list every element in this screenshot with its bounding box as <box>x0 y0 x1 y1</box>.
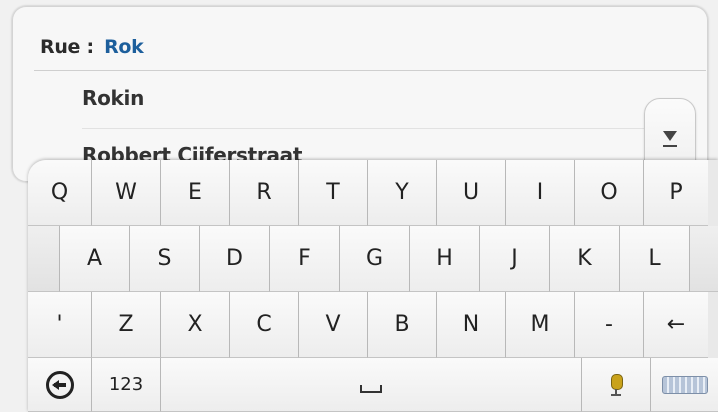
result-divider <box>82 128 646 129</box>
key-label: J <box>511 246 518 271</box>
key-label: N <box>462 312 480 337</box>
key-label: X <box>187 312 203 337</box>
search-value[interactable]: Rok <box>104 36 144 58</box>
keyboard-row-3: ' Z X C V B N M - ← <box>28 292 708 358</box>
key-w[interactable]: W <box>92 160 161 226</box>
key-label: R <box>256 180 272 205</box>
key-hyphen[interactable]: - <box>575 292 644 358</box>
key-label: C <box>256 312 272 337</box>
key-o[interactable]: O <box>575 160 644 226</box>
key-label: A <box>86 246 103 271</box>
backspace-icon: ← <box>666 312 686 337</box>
on-screen-keyboard: Q W E R T Y U I O P A S D F G H J K L ' … <box>28 160 718 412</box>
key-h[interactable]: H <box>410 226 480 292</box>
key-label: Q <box>50 180 69 205</box>
back-button[interactable] <box>28 358 92 412</box>
key-label: D <box>226 246 243 271</box>
key-label: O <box>600 180 618 205</box>
key-label: L <box>648 246 661 271</box>
key-y[interactable]: Y <box>368 160 437 226</box>
key-apostrophe[interactable]: ' <box>28 292 92 358</box>
key-label: H <box>436 246 453 271</box>
key-e[interactable]: E <box>161 160 230 226</box>
key-c[interactable]: C <box>230 292 299 358</box>
key-v[interactable]: V <box>299 292 368 358</box>
key-j[interactable]: J <box>480 226 550 292</box>
chevron-down-underline <box>663 145 677 147</box>
key-label: S <box>157 246 172 271</box>
key-b[interactable]: B <box>368 292 437 358</box>
key-n[interactable]: N <box>437 292 506 358</box>
keyboard-icon <box>661 375 708 394</box>
key-label: Y <box>395 180 409 205</box>
key-f[interactable]: F <box>270 226 340 292</box>
key-l[interactable]: L <box>620 226 690 292</box>
key-r[interactable]: R <box>230 160 299 226</box>
key-g[interactable]: G <box>340 226 410 292</box>
key-label: M <box>530 312 550 337</box>
keyboard-row-1: Q W E R T Y U I O P <box>28 160 708 226</box>
key-label: E <box>188 180 202 205</box>
key-backspace[interactable]: ← <box>644 292 708 358</box>
microphone-icon <box>610 373 623 396</box>
space-icon <box>360 384 382 393</box>
key-t[interactable]: T <box>299 160 368 226</box>
key-spacer-left <box>28 226 60 292</box>
key-label: F <box>298 246 311 271</box>
search-underline <box>34 70 706 71</box>
voice-input-button[interactable] <box>582 358 651 412</box>
key-u[interactable]: U <box>437 160 506 226</box>
space-key[interactable] <box>161 358 582 412</box>
key-q[interactable]: Q <box>28 160 92 226</box>
key-d[interactable]: D <box>200 226 270 292</box>
key-label: B <box>394 312 410 337</box>
key-spacer-right <box>690 226 718 292</box>
keyboard-row-2: A S D F G H J K L <box>28 226 718 292</box>
chevron-down-icon <box>663 131 677 141</box>
key-label: Z <box>118 312 134 337</box>
key-label: 123 <box>108 374 144 395</box>
keyboard-row-4: 123 <box>28 358 718 412</box>
address-entry-screen: Rue : Rok Rokin Robbert Cijferstraat Q W… <box>0 0 718 412</box>
numbers-button[interactable]: 123 <box>92 358 161 412</box>
keyboard-layout-button[interactable] <box>651 358 718 412</box>
key-label: G <box>365 246 384 271</box>
key-label: K <box>577 246 592 271</box>
key-label: - <box>605 312 613 337</box>
search-field[interactable]: Rue : Rok <box>40 36 144 58</box>
key-x[interactable]: X <box>161 292 230 358</box>
key-s[interactable]: S <box>130 226 200 292</box>
search-panel: Rue : Rok Rokin Robbert Cijferstraat <box>12 6 708 182</box>
key-label: ' <box>56 312 63 337</box>
back-icon <box>45 370 74 399</box>
key-label: T <box>326 180 340 205</box>
key-i[interactable]: I <box>506 160 575 226</box>
search-label: Rue : <box>40 36 94 58</box>
key-label: U <box>462 180 480 205</box>
key-label: W <box>115 180 137 205</box>
key-p[interactable]: P <box>644 160 708 226</box>
result-item-1[interactable]: Rokin <box>82 86 144 110</box>
key-label: V <box>325 312 341 337</box>
key-k[interactable]: K <box>550 226 620 292</box>
key-label: P <box>669 180 683 205</box>
key-m[interactable]: M <box>506 292 575 358</box>
key-z[interactable]: Z <box>92 292 161 358</box>
key-label: I <box>536 180 544 205</box>
key-a[interactable]: A <box>60 226 130 292</box>
